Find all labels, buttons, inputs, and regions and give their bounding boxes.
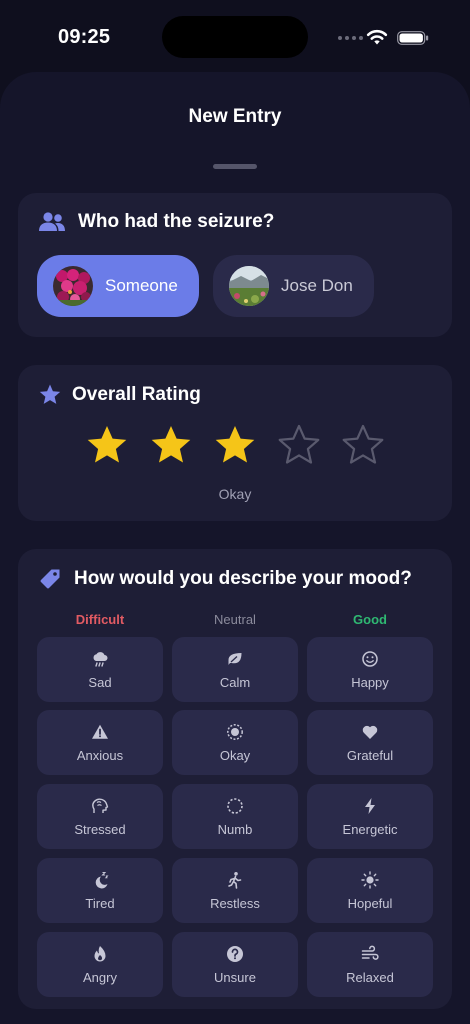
who-header: Who had the seizure?: [38, 211, 274, 233]
who-card: Who had the seizure? Someone Jose Don: [18, 193, 452, 337]
mood-option-hopeful[interactable]: Hopeful: [307, 858, 433, 923]
mood-option-label: Anxious: [76, 747, 124, 763]
mood-option-stressed[interactable]: Stressed: [37, 784, 163, 849]
person-chip-jose-don[interactable]: Jose Don: [213, 255, 374, 317]
mood-grateful-icon: [362, 725, 378, 739]
star-rating: [84, 423, 386, 467]
mood-tired-icon: [95, 871, 109, 888]
wifi-icon: [366, 29, 388, 45]
mood-sad-icon: [93, 651, 108, 667]
rating-title: Overall Rating: [72, 384, 201, 405]
mood-option-sad[interactable]: Sad: [37, 637, 163, 702]
mood-option-happy[interactable]: Happy: [307, 637, 433, 702]
mood-option-calm[interactable]: Calm: [172, 637, 298, 702]
column-label-neutral: Neutral: [214, 612, 256, 627]
status-bar: 09:25: [0, 0, 470, 72]
mood-option-tired[interactable]: Tired: [37, 858, 163, 923]
signal-icon: [338, 36, 363, 40]
mood-angry-icon: [94, 945, 106, 961]
mood-okay-icon: [227, 723, 243, 740]
mood-option-label: Hopeful: [347, 895, 393, 911]
rating-caption: Okay: [218, 486, 252, 502]
mood-option-okay[interactable]: Okay: [172, 710, 298, 775]
mood-option-label: Okay: [219, 747, 251, 763]
battery-icon: [397, 31, 429, 45]
mood-option-angry[interactable]: Angry: [37, 932, 163, 997]
mood-header: How would you describe your mood?: [38, 567, 412, 591]
mood-option-label: Grateful: [346, 747, 394, 763]
mood-restless-icon: [228, 871, 242, 889]
mood-option-grateful[interactable]: Grateful: [307, 710, 433, 775]
mood-option-unsure[interactable]: Unsure: [172, 932, 298, 997]
mood-card: How would you describe your mood? Diffic…: [18, 549, 452, 1009]
mood-option-label: Numb: [217, 821, 253, 837]
sheet-title: New Entry: [188, 106, 282, 127]
avatar: [53, 266, 93, 306]
tag-icon: [40, 569, 60, 589]
mood-option-anxious[interactable]: Anxious: [37, 710, 163, 775]
person-chip-someone[interactable]: Someone: [37, 255, 199, 317]
mood-option-restless[interactable]: Restless: [172, 858, 298, 923]
sheet-grabber[interactable]: [213, 164, 257, 169]
column-label-difficult: Difficult: [75, 612, 125, 627]
star-icon: [39, 384, 61, 404]
mood-option-label: Sad: [88, 674, 112, 690]
mood-numb-icon: [227, 797, 243, 814]
mood-hopeful-icon: [361, 870, 379, 889]
mood-option-numb[interactable]: Numb: [172, 784, 298, 849]
mood-option-label: Stressed: [74, 821, 126, 837]
avatar: [229, 266, 269, 306]
mood-energetic-icon: [365, 797, 375, 814]
dynamic-island: [162, 16, 308, 58]
mood-anxious-icon: [92, 724, 108, 739]
star-outline-icon[interactable]: [276, 423, 322, 467]
mood-option-relaxed[interactable]: Relaxed: [307, 932, 433, 997]
status-time: 09:25: [58, 26, 111, 48]
mood-calm-icon: [228, 652, 242, 665]
mood-unsure-icon: [227, 945, 243, 962]
person-name: Someone: [105, 276, 178, 295]
mood-option-label: Energetic: [342, 821, 398, 837]
star-filled-icon[interactable]: [212, 423, 258, 467]
mood-title: How would you describe your mood?: [74, 568, 412, 589]
column-label-good: Good: [353, 612, 387, 627]
mood-columns: Difficult Neutral Good: [18, 612, 452, 628]
rating-card: Overall Rating Okay: [18, 365, 452, 521]
new-entry-sheet: New Entry Who had the seizure? Someone J…: [0, 72, 470, 1024]
mood-option-label: Unsure: [214, 969, 256, 985]
star-outline-icon[interactable]: [340, 423, 386, 467]
who-title: Who had the seizure?: [78, 211, 275, 232]
people-icon: [39, 212, 65, 231]
mood-option-label: Tired: [85, 895, 115, 911]
star-filled-icon[interactable]: [84, 423, 130, 467]
person-name: Jose Don: [281, 276, 353, 295]
mood-option-energetic[interactable]: Energetic: [307, 784, 433, 849]
mood-option-label: Happy: [351, 674, 389, 690]
mood-relaxed-icon: [361, 945, 379, 960]
mood-option-label: Restless: [210, 895, 260, 911]
star-filled-icon[interactable]: [148, 423, 194, 467]
mood-stressed-icon: [92, 798, 109, 813]
mood-option-label: Angry: [83, 969, 117, 985]
mood-option-label: Relaxed: [346, 969, 394, 985]
mood-option-label: Calm: [219, 674, 251, 690]
rating-header: Overall Rating: [38, 383, 201, 407]
mood-happy-icon: [362, 650, 378, 667]
